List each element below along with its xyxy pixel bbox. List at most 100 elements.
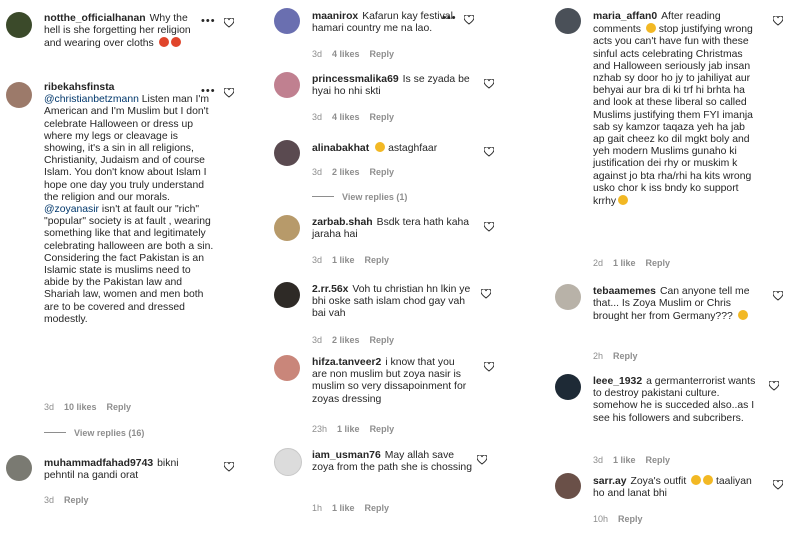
comment-body: zarbab.shah Bsdk tera hath kaha jaraha ha…	[312, 217, 477, 241]
comment-username[interactable]: maanirox	[312, 11, 358, 22]
comment-timestamp: 3d	[593, 455, 604, 465]
likes-count[interactable]: 1 like	[613, 455, 636, 465]
comment-body: leee_1932 a germanterrorist wants to dest…	[593, 376, 758, 425]
avatar[interactable]	[555, 284, 581, 310]
comment-timestamp: 3d	[312, 112, 323, 122]
view-replies-button[interactable]: View replies (16)	[44, 428, 144, 438]
comment-meta: 3d 1 like Reply	[312, 255, 399, 265]
comment-username[interactable]: leee_1932	[593, 376, 642, 387]
comment-body: ribekahsfinsta @christianbetzmann Listen…	[44, 82, 214, 326]
heart-outline-icon[interactable]	[484, 222, 494, 232]
likes-count[interactable]: 1 like	[332, 503, 355, 513]
avatar[interactable]	[274, 140, 300, 166]
reply-button[interactable]: Reply	[370, 167, 395, 177]
likes-count[interactable]: 1 like	[613, 258, 636, 268]
mention-link[interactable]: @zoyanasir	[44, 204, 99, 215]
likes-count[interactable]: 2 likes	[332, 167, 360, 177]
comment-username[interactable]: princessmalika69	[312, 74, 399, 85]
comment-text: Listen man I'm American and I'm Muslim b…	[44, 94, 210, 203]
likes-count[interactable]: 4 likes	[332, 49, 360, 59]
comment-body: hifza.tanveer2 i know that you are non mu…	[312, 357, 472, 406]
heart-outline-icon[interactable]	[224, 18, 234, 28]
likes-count[interactable]: 2 likes	[332, 335, 360, 345]
reply-button[interactable]: Reply	[646, 455, 671, 465]
reply-button[interactable]: Reply	[107, 402, 132, 412]
likes-count[interactable]: 1 like	[337, 424, 360, 434]
more-options-icon[interactable]: •••	[201, 85, 216, 97]
comment-body: alinabakhat astaghfaar	[312, 142, 472, 155]
reply-button[interactable]: Reply	[365, 255, 390, 265]
comment-username[interactable]: alinabakhat	[312, 143, 369, 154]
comment-timestamp: 2h	[593, 351, 604, 361]
grimacing-face-emoji-icon	[618, 195, 629, 206]
heart-outline-icon[interactable]	[769, 381, 779, 391]
heart-outline-icon[interactable]	[484, 79, 494, 89]
comment-username[interactable]: muhammadfahad9743	[44, 458, 153, 469]
comment-timestamp: 3d	[44, 495, 55, 505]
heart-outline-icon[interactable]	[773, 480, 783, 490]
more-options-icon[interactable]: •••	[442, 12, 457, 24]
clapping-hands-emoji-icon	[691, 475, 702, 485]
avatar[interactable]	[274, 448, 302, 476]
comment-username[interactable]: ribekahsfinsta	[44, 82, 114, 93]
avatar[interactable]	[274, 215, 300, 241]
heart-outline-icon[interactable]	[224, 88, 234, 98]
comment-username[interactable]: sarr.ay	[593, 476, 627, 487]
reply-button[interactable]: Reply	[613, 351, 638, 361]
comment-username[interactable]: iam_usman76	[312, 450, 381, 461]
comment-meta: 3d 2 likes Reply	[312, 335, 404, 345]
comment-text: astaghfaar	[388, 143, 438, 154]
reply-button[interactable]: Reply	[646, 258, 671, 268]
comment-meta: 1h 1 like Reply	[312, 503, 399, 513]
more-options-icon[interactable]: •••	[201, 15, 216, 27]
comment-text: Zoya's outfit	[630, 476, 690, 487]
comment-username[interactable]: notthe_officialhanan	[44, 13, 146, 24]
comment-body: tebaamemes Can anyone tell me that... Is …	[593, 286, 758, 324]
heart-outline-icon[interactable]	[464, 15, 474, 25]
comment-meta: 3d 4 likes Reply	[312, 49, 404, 59]
comment-timestamp: 2d	[593, 258, 604, 268]
comment-meta: 3d 10 likes Reply	[44, 402, 141, 412]
view-replies-label[interactable]: View replies (16)	[74, 428, 144, 438]
reply-button[interactable]: Reply	[370, 112, 395, 122]
likes-count[interactable]: 4 likes	[332, 112, 360, 122]
comment-timestamp: 3d	[312, 335, 323, 345]
reply-button[interactable]: Reply	[370, 49, 395, 59]
likes-count[interactable]: 1 like	[332, 255, 355, 265]
avatar[interactable]	[274, 355, 300, 381]
view-replies-button[interactable]: View replies (1)	[312, 192, 407, 202]
heart-outline-icon[interactable]	[481, 289, 491, 299]
avatar[interactable]	[6, 82, 32, 108]
view-replies-label[interactable]: View replies (1)	[342, 192, 407, 202]
reply-button[interactable]: Reply	[64, 495, 89, 505]
heart-outline-icon[interactable]	[773, 291, 783, 301]
avatar[interactable]	[555, 374, 581, 400]
comment-meta: 3d 2 likes Reply	[312, 167, 404, 177]
comment-username[interactable]: zarbab.shah	[312, 217, 373, 228]
reply-button[interactable]: Reply	[365, 503, 390, 513]
comment-username[interactable]: hifza.tanveer2	[312, 357, 381, 368]
avatar[interactable]	[274, 72, 300, 98]
avatar[interactable]	[274, 282, 300, 308]
avatar[interactable]	[6, 455, 32, 481]
avatar[interactable]	[6, 12, 32, 38]
avatar[interactable]	[555, 8, 581, 34]
heart-outline-icon[interactable]	[484, 147, 494, 157]
comment-meta: 23h 1 like Reply	[312, 424, 404, 434]
avatar[interactable]	[555, 473, 581, 499]
heart-outline-icon[interactable]	[224, 462, 234, 472]
heart-outline-icon[interactable]	[477, 455, 487, 465]
heart-outline-icon[interactable]	[484, 362, 494, 372]
heart-outline-icon[interactable]	[773, 16, 783, 26]
comment-meta: 3d 4 likes Reply	[312, 112, 404, 122]
comment-username[interactable]: 2.rr.56x	[312, 284, 348, 295]
comment-username[interactable]: maria_affan0	[593, 11, 657, 22]
likes-count[interactable]: 10 likes	[64, 402, 97, 412]
comment-username[interactable]: tebaamemes	[593, 286, 656, 297]
mention-link[interactable]: @christianbetzmann	[44, 94, 139, 105]
comment-body: sarr.ay Zoya's outfit taaliyan ho and lan…	[593, 475, 758, 500]
reply-button[interactable]: Reply	[370, 424, 395, 434]
reply-button[interactable]: Reply	[370, 335, 395, 345]
reply-button[interactable]: Reply	[618, 514, 643, 524]
avatar[interactable]	[274, 8, 300, 34]
